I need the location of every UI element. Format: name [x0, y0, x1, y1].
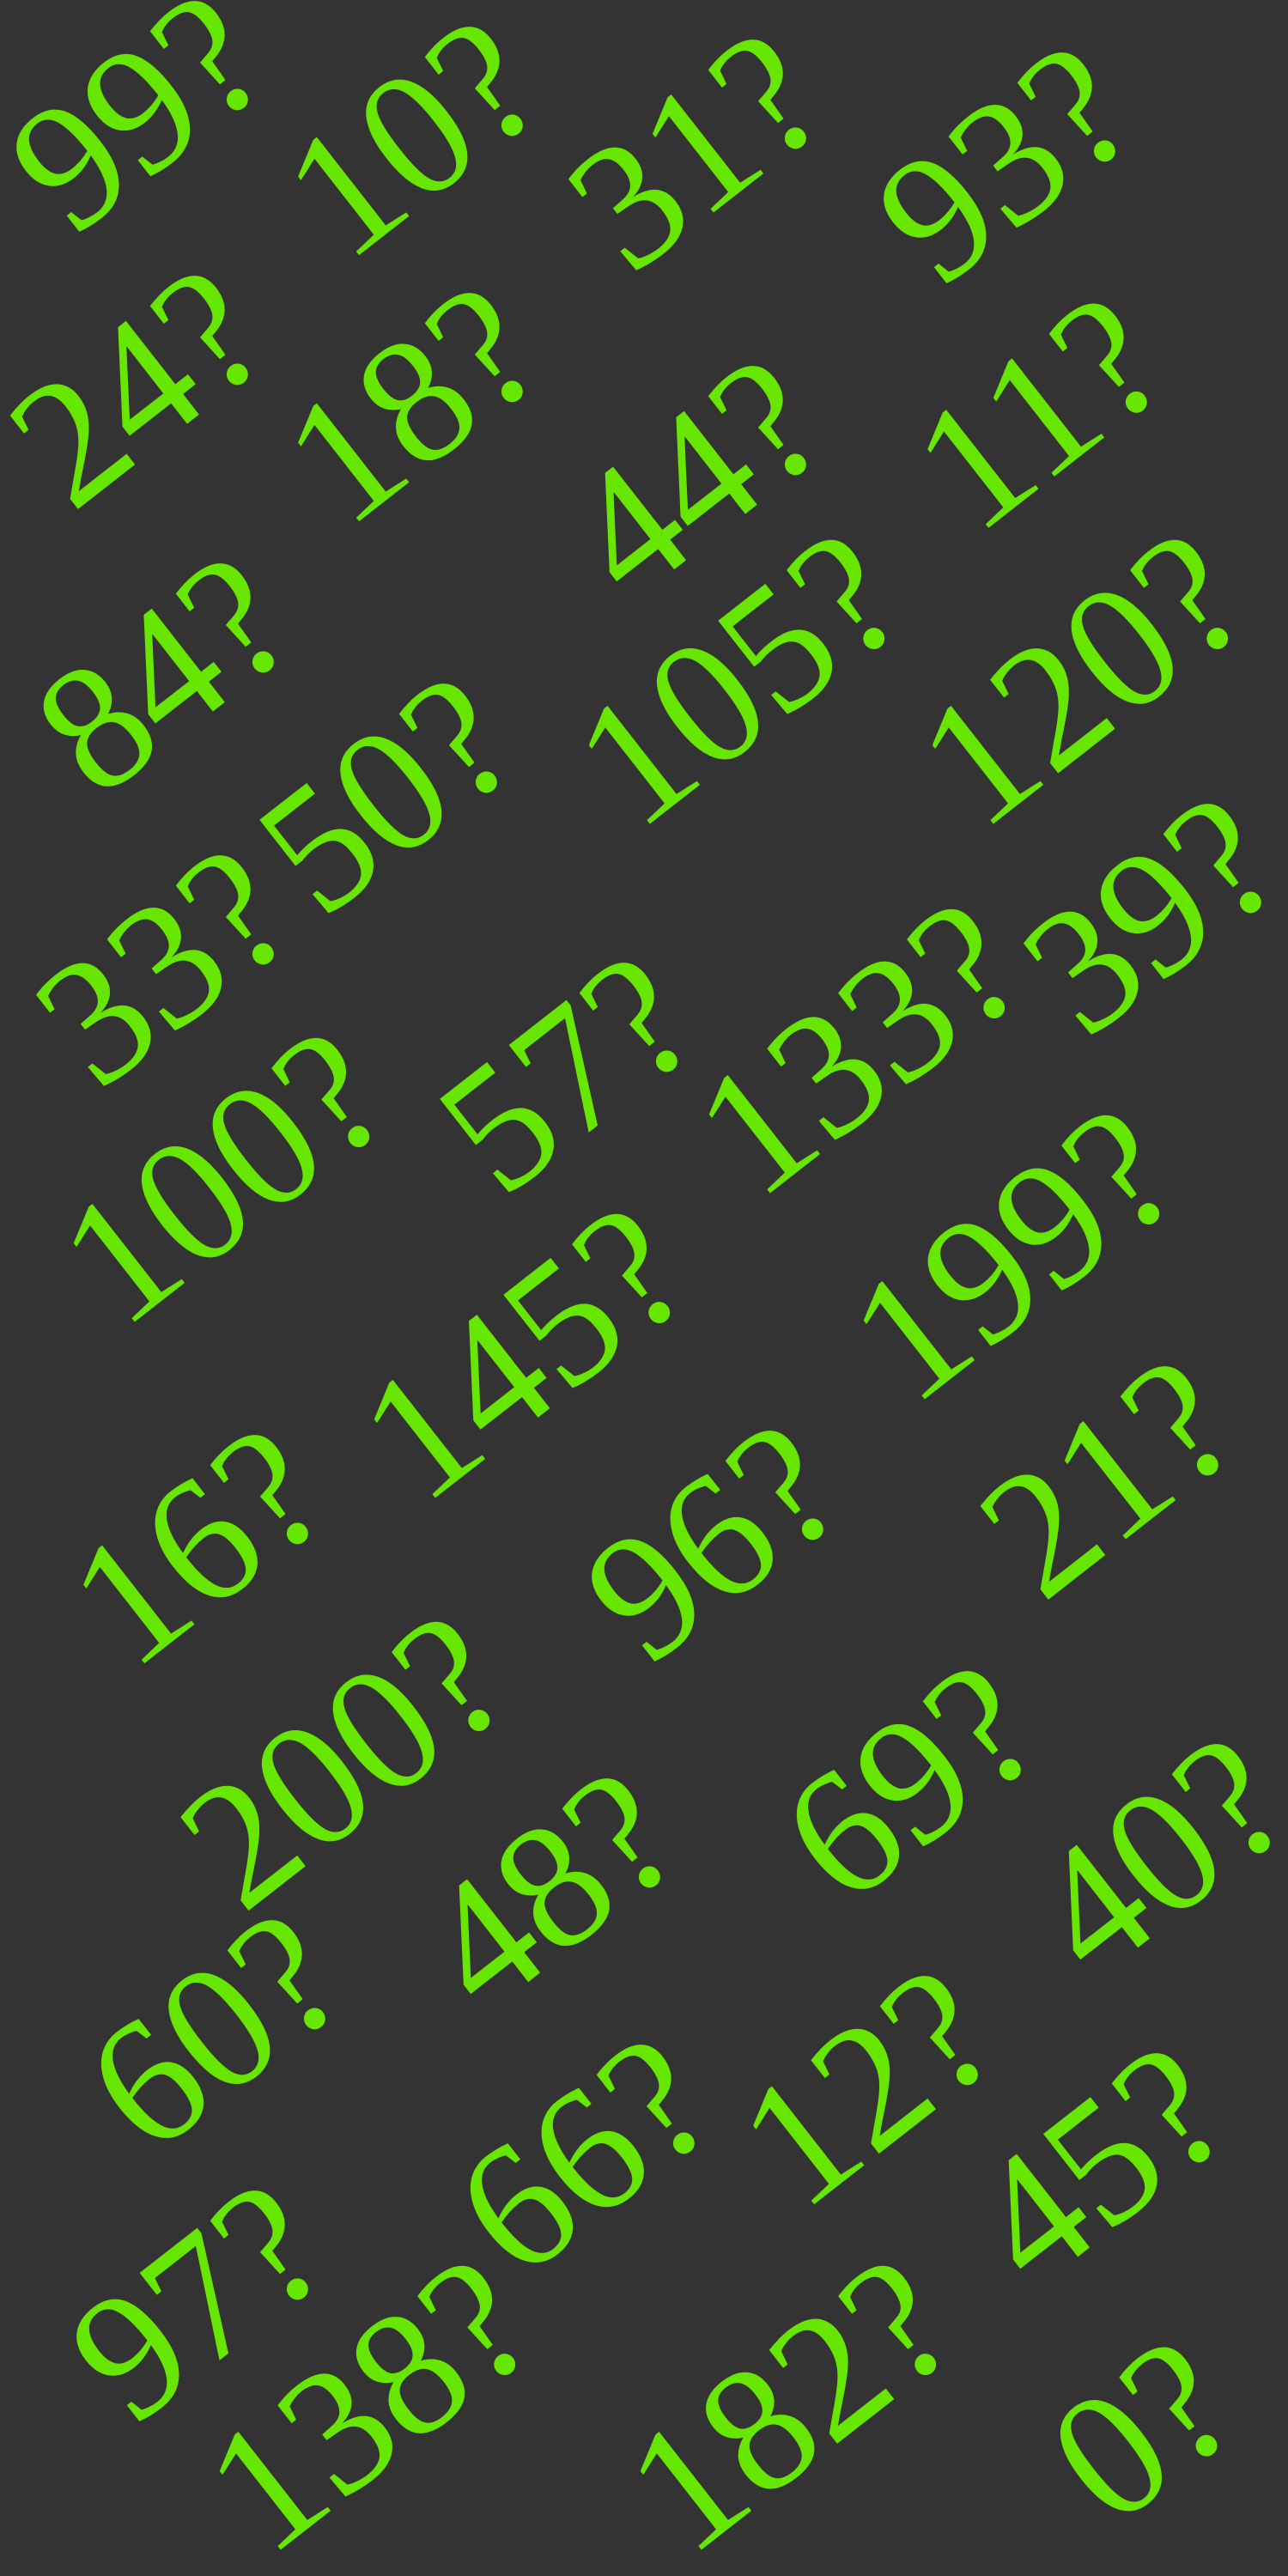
word-60: 60?: [51, 1872, 379, 2190]
word-96: 96?: [549, 1382, 877, 1700]
word-0: 0?: [1013, 2299, 1271, 2561]
word-10: 10?: [248, 0, 576, 296]
word-182: 182?: [590, 2217, 990, 2576]
question-number-pattern: 99? 10? 31? 93? 24? 18? 44? 11? 84? 105?…: [0, 0, 1288, 2576]
word-93: 93?: [841, 4, 1169, 322]
word-57: 57?: [403, 914, 731, 1232]
word-99: 99?: [0, 0, 301, 270]
word-24: 24?: [0, 228, 301, 545]
word-18: 18?: [248, 245, 576, 562]
word-16: 16?: [33, 1387, 361, 1704]
word-31: 31?: [532, 0, 860, 309]
